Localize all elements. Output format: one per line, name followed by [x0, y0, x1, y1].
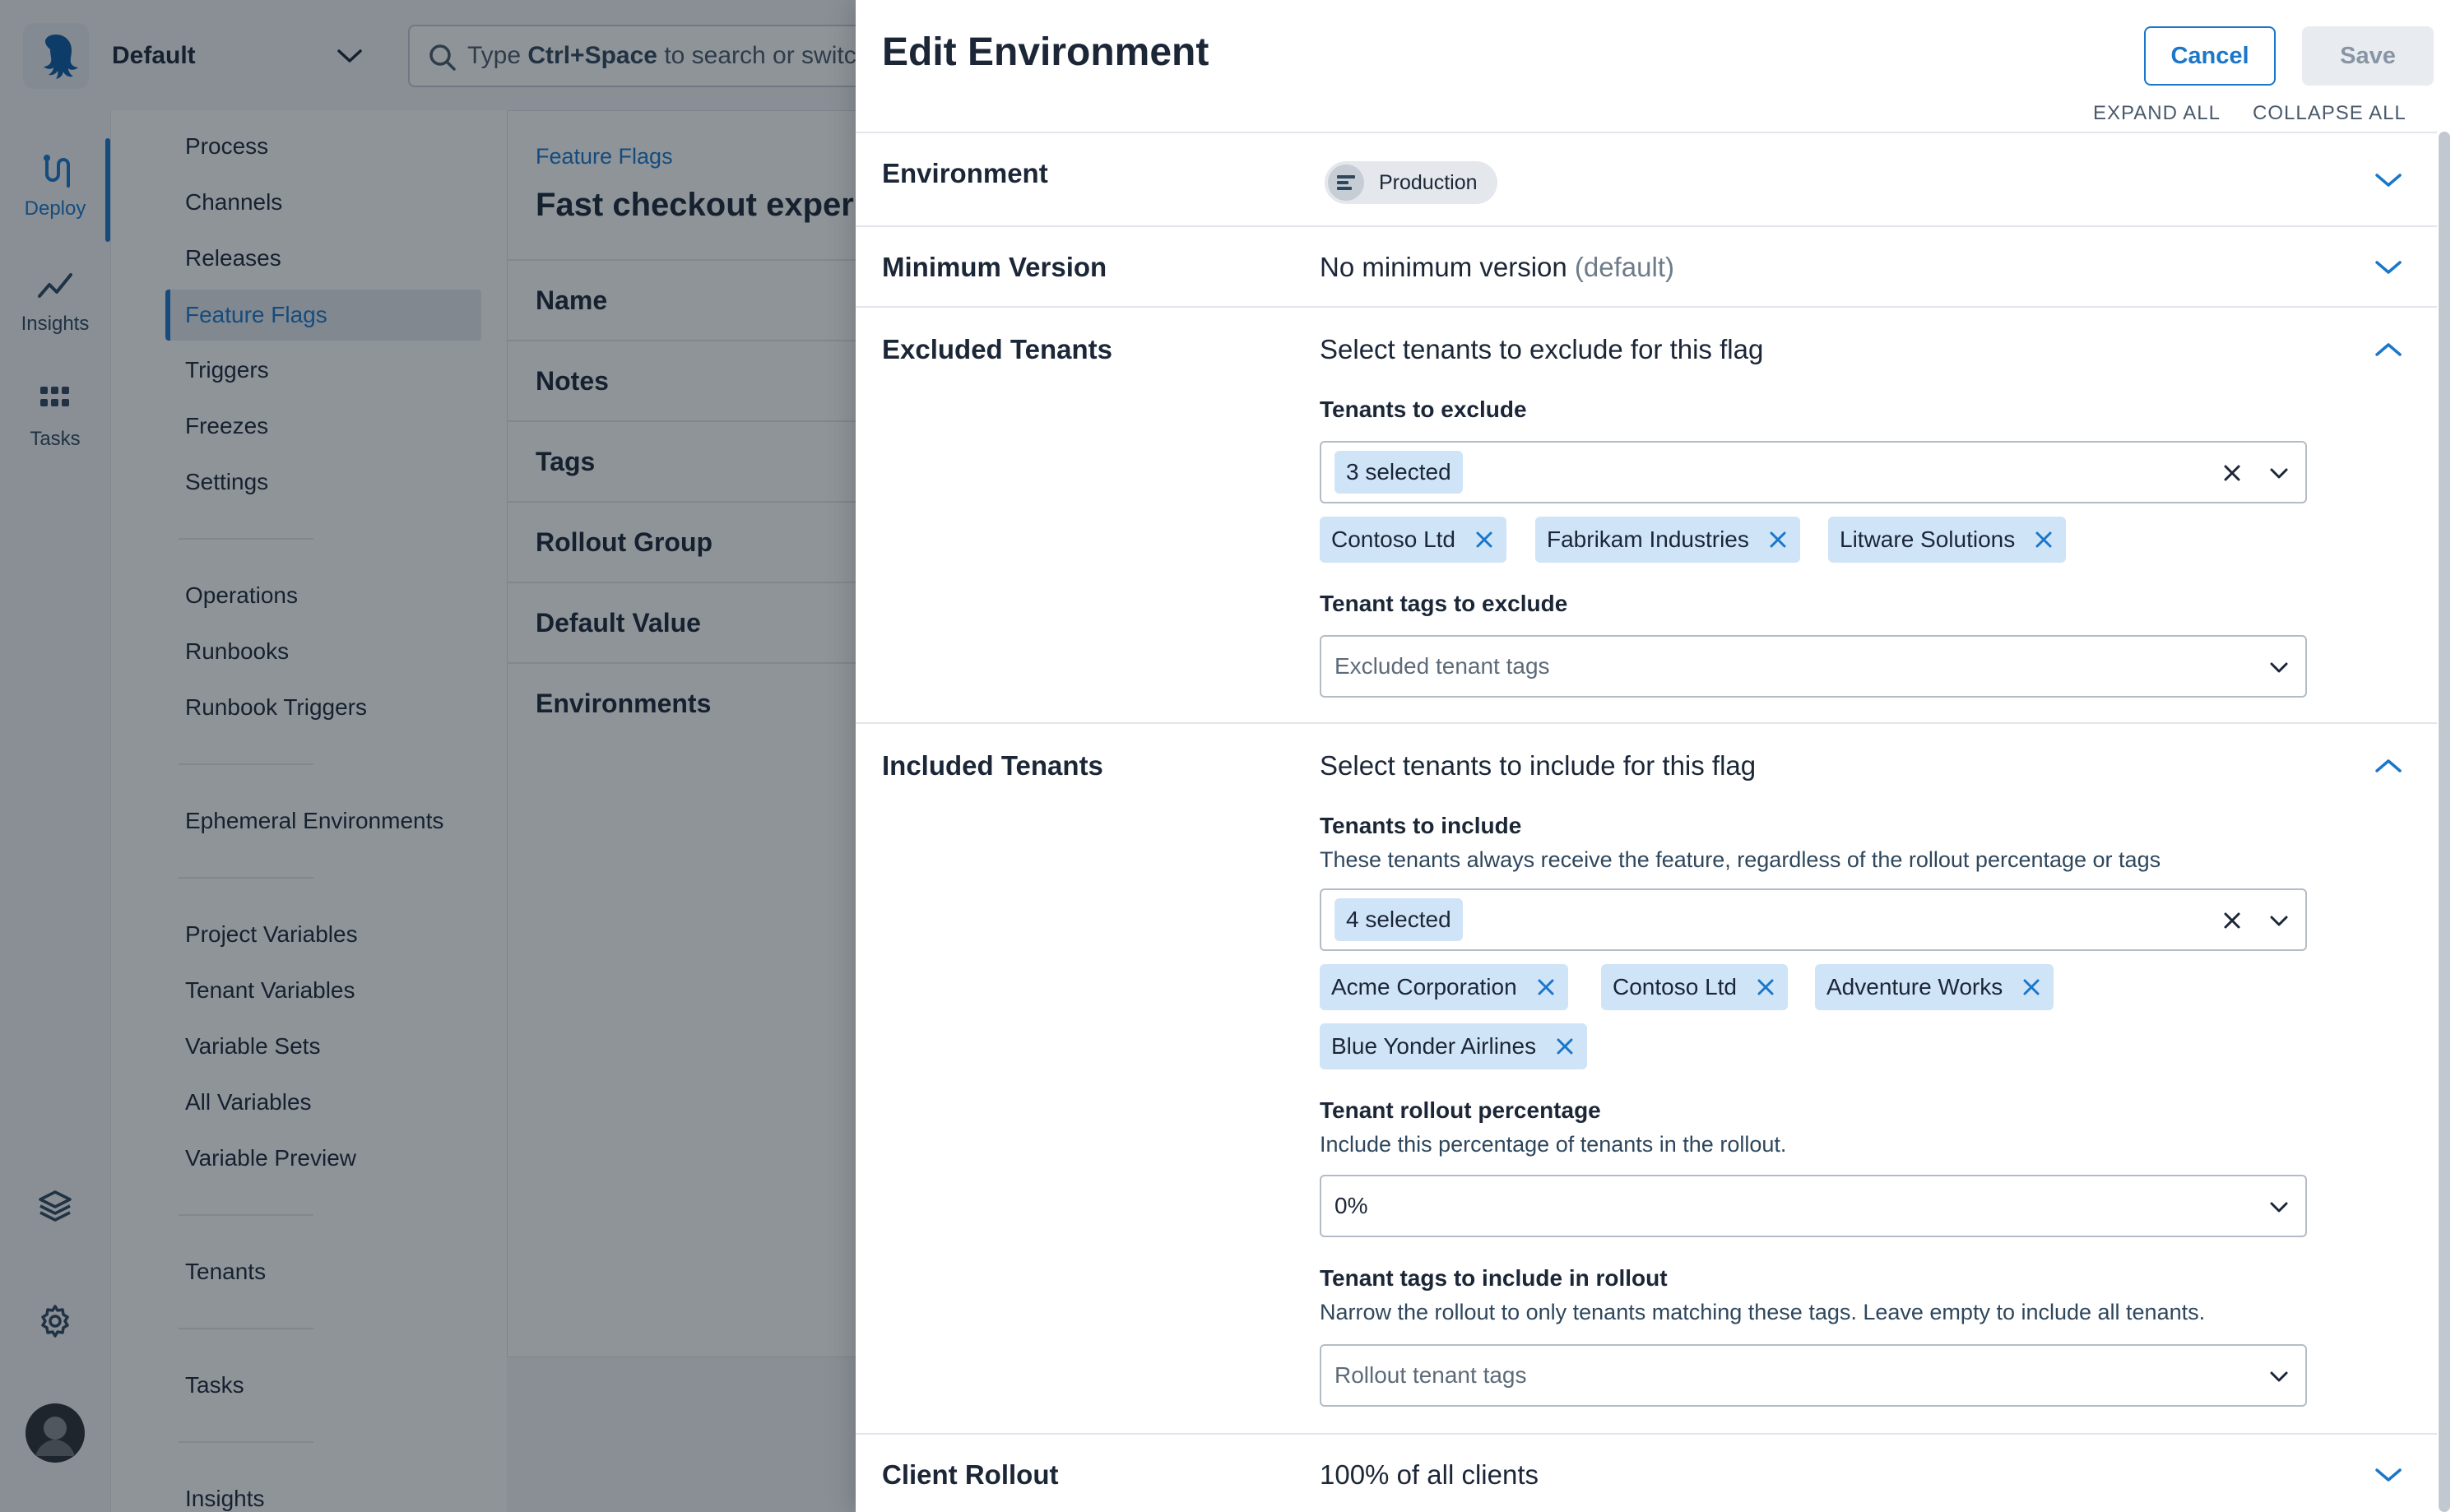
tenant-chip-label: Contoso Ltd	[1613, 974, 1737, 999]
selected-count: 4 selected	[1334, 898, 1463, 941]
tenants-to-include-select[interactable]: 4 selected	[1320, 888, 2307, 951]
chevron-down-icon[interactable]	[2267, 462, 2291, 489]
tenant-chip: Adventure Works	[1815, 964, 2054, 1010]
section-minimum-version[interactable]: Minimum Version No minimum version (defa…	[856, 225, 2437, 306]
tenant-chip: Acme Corporation	[1320, 964, 1568, 1010]
chevron-down-icon[interactable]	[2369, 161, 2407, 199]
section-label: Minimum Version	[882, 252, 1107, 282]
remove-icon[interactable]	[1554, 1036, 1576, 1057]
field-label: Tenants to exclude	[1320, 397, 1527, 422]
save-button[interactable]: Save	[2302, 26, 2434, 86]
chevron-down-icon[interactable]	[2369, 248, 2407, 286]
remove-icon[interactable]	[1474, 529, 1495, 550]
chevron-down-icon[interactable]	[2267, 1196, 2291, 1223]
section-summary: Select tenants to exclude for this flag	[1320, 334, 1764, 364]
section-label: Included Tenants	[882, 750, 1103, 781]
tenant-rollout-percentage-select[interactable]: 0%	[1320, 1175, 2307, 1237]
field-help: Narrow the rollout to only tenants match…	[1320, 1300, 2206, 1324]
field-help: Include this percentage of tenants in th…	[1320, 1132, 1787, 1157]
collapse-all-link[interactable]: COLLAPSE ALL	[2253, 102, 2407, 125]
section-label: Environment	[882, 158, 1048, 188]
rollout-tenant-tags-select[interactable]: Rollout tenant tags	[1320, 1344, 2307, 1407]
field-label: Tenant rollout percentage	[1320, 1097, 1601, 1123]
chevron-up-icon[interactable]	[2369, 331, 2407, 369]
select-value: 0%	[1334, 1193, 1368, 1218]
excluded-tenant-chips: Contoso Ltd Fabrikam Industries Litware …	[1320, 517, 2340, 566]
section-summary: Select tenants to include for this flag	[1320, 750, 1757, 781]
chevron-down-icon[interactable]	[2267, 910, 2291, 937]
environment-chip: Production	[1325, 161, 1497, 204]
tenant-chip: Blue Yonder Airlines	[1320, 1023, 1588, 1069]
tenant-chip: Contoso Ltd	[1601, 964, 1788, 1010]
environment-icon	[1328, 165, 1364, 201]
drawer-header: Edit Environment Cancel Save	[856, 0, 2460, 110]
section-environment[interactable]: Environment Production	[856, 132, 2437, 225]
select-placeholder: Rollout tenant tags	[1334, 1362, 1527, 1388]
tenant-chip-label: Acme Corporation	[1331, 974, 1517, 999]
tenant-chip-label: Adventure Works	[1826, 974, 2003, 999]
scrollbar[interactable]	[2439, 132, 2450, 1512]
tenant-chip-label: Blue Yonder Airlines	[1331, 1033, 1537, 1059]
selected-count: 3 selected	[1334, 451, 1463, 494]
section-summary: 100% of all clients	[1320, 1459, 1539, 1490]
tenant-chip-label: Contoso Ltd	[1331, 526, 1455, 552]
section-client-rollout[interactable]: Client Rollout 100% of all clients	[856, 1433, 2437, 1512]
clear-icon[interactable]	[2220, 908, 2244, 939]
remove-icon[interactable]	[2033, 529, 2054, 550]
remove-icon[interactable]	[1755, 976, 1776, 998]
chevron-up-icon[interactable]	[2369, 747, 2407, 785]
tenant-chip: Litware Solutions	[1828, 517, 2067, 563]
chevron-down-icon[interactable]	[2369, 1456, 2407, 1494]
clear-icon[interactable]	[2220, 461, 2244, 491]
minimum-version-value: No minimum version	[1320, 252, 1567, 282]
section-excluded-tenants: Excluded Tenants Select tenants to exclu…	[856, 306, 2437, 722]
section-included-tenants: Included Tenants Select tenants to inclu…	[856, 722, 2437, 1433]
expand-all-link[interactable]: EXPAND ALL	[2093, 102, 2221, 125]
field-label: Tenant tags to include in rollout	[1320, 1265, 1668, 1291]
select-placeholder: Excluded tenant tags	[1334, 653, 1550, 679]
edit-environment-drawer: Edit Environment Cancel Save EXPAND ALL …	[856, 0, 2460, 1512]
remove-icon[interactable]	[2021, 976, 2042, 998]
field-help: These tenants always receive the feature…	[1320, 847, 2161, 872]
minimum-version-default: (default)	[1574, 252, 1674, 282]
remove-icon[interactable]	[1535, 976, 1557, 998]
drawer-title: Edit Environment	[882, 30, 1209, 74]
chevron-down-icon[interactable]	[2267, 656, 2291, 684]
section-summary: No minimum version (default)	[1320, 252, 1674, 283]
environment-name: Production	[1379, 170, 1478, 194]
field-label: Tenants to include	[1320, 813, 1522, 838]
section-label: Excluded Tenants	[882, 334, 1112, 364]
included-tenant-chips: Acme Corporation Contoso Ltd Adventure W…	[1320, 964, 2340, 1073]
tenant-chip: Contoso Ltd	[1320, 517, 1506, 563]
cancel-button[interactable]: Cancel	[2144, 26, 2276, 86]
tenant-chip-label: Litware Solutions	[1840, 526, 2016, 552]
remove-icon[interactable]	[1767, 529, 1789, 550]
tenant-chip: Fabrikam Industries	[1535, 517, 1800, 563]
tenants-to-exclude-select[interactable]: 3 selected	[1320, 441, 2307, 503]
field-label: Tenant tags to exclude	[1320, 591, 1568, 616]
chevron-down-icon[interactable]	[2267, 1366, 2291, 1393]
section-label: Client Rollout	[882, 1459, 1059, 1490]
excluded-tenant-tags-select[interactable]: Excluded tenant tags	[1320, 635, 2307, 698]
tenant-chip-label: Fabrikam Industries	[1547, 526, 1749, 552]
